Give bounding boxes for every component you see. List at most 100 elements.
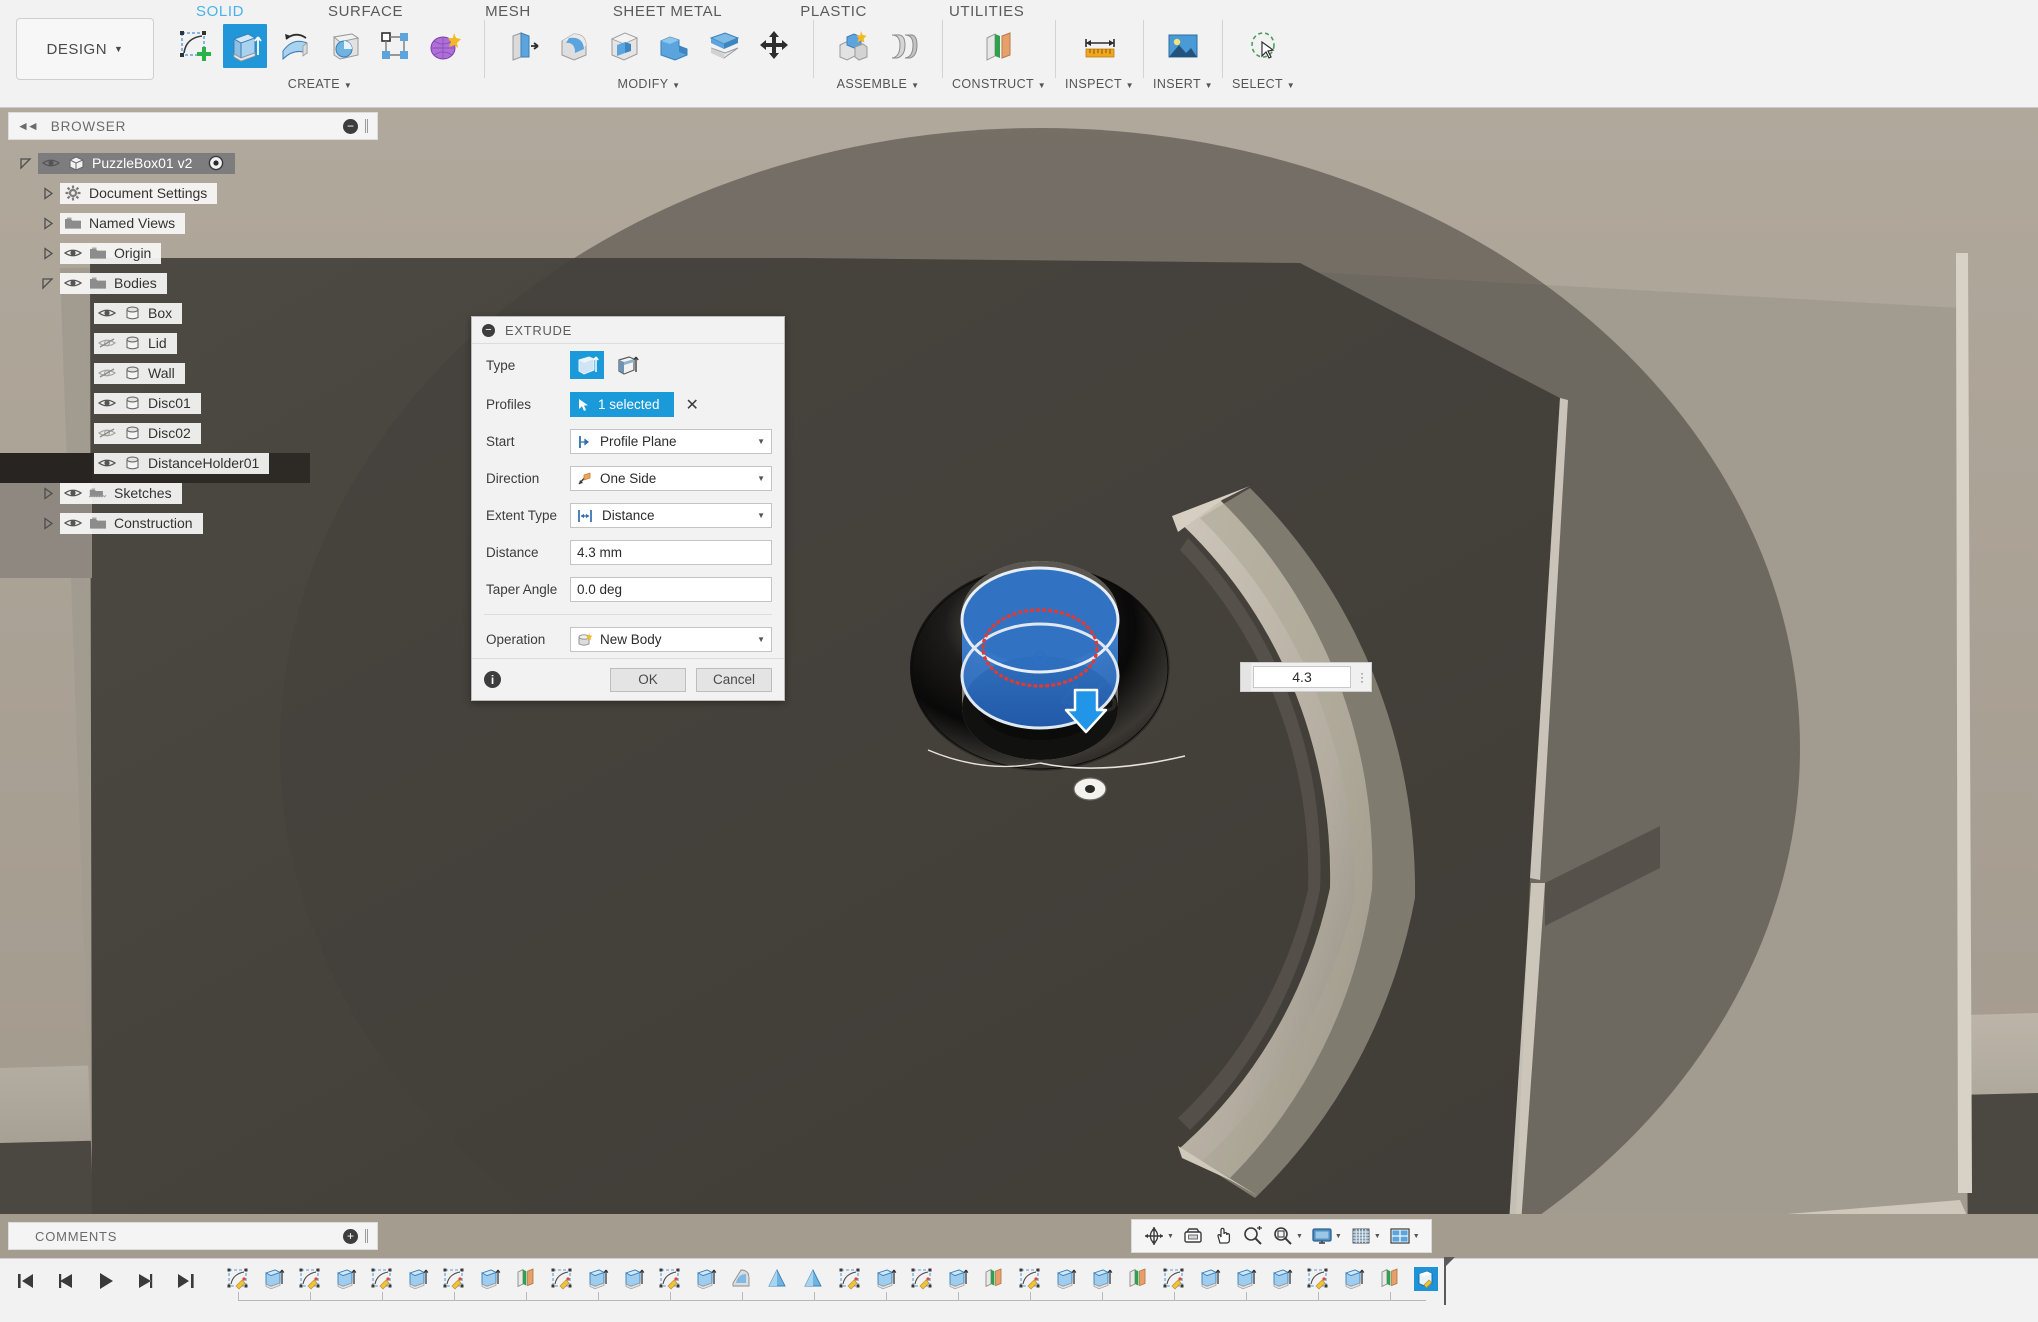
timeline-feature-13[interactable] (688, 1259, 724, 1299)
expander-collapsed-icon[interactable] (42, 516, 54, 530)
create-sketch-icon[interactable] (173, 24, 217, 68)
ribbon-group-create-label[interactable]: CREATE ▼ (288, 77, 352, 91)
ribbon-group-insert-label[interactable]: INSERT ▼ (1153, 77, 1213, 91)
tab-surface[interactable]: SURFACE (322, 3, 409, 20)
tree-item-bodies[interactable]: Bodies (60, 272, 167, 294)
eye-hidden-icon[interactable] (98, 335, 116, 351)
tree-row[interactable]: Named Views (8, 208, 408, 238)
measure-icon[interactable] (1078, 24, 1122, 68)
tree-item-construction[interactable]: Construction (60, 512, 203, 534)
split-face-icon[interactable] (702, 24, 746, 68)
play-icon[interactable] (92, 1268, 118, 1294)
drag-arrow-icon[interactable] (1241, 663, 1251, 691)
combine-icon[interactable] (652, 24, 696, 68)
extrude-icon[interactable] (223, 24, 267, 68)
tree-item-named-views[interactable]: Named Views (60, 212, 186, 234)
eye-visible-icon[interactable] (98, 395, 116, 411)
tree-row[interactable]: PuzzleBox01 v2 (8, 148, 408, 178)
dimension-value-input[interactable]: 4.3 (1253, 666, 1351, 688)
timeline-feature-23[interactable] (1048, 1259, 1084, 1299)
expander-expanded-icon[interactable] (41, 277, 54, 290)
activate-component-icon[interactable] (207, 155, 225, 171)
expander-collapsed-icon[interactable] (42, 246, 54, 260)
add-comment-icon[interactable]: + (343, 1228, 358, 1244)
sweep-icon[interactable] (323, 24, 367, 68)
start-dropdown[interactable]: Profile Plane ▼ (570, 429, 772, 454)
tree-row[interactable]: Box (8, 298, 408, 328)
tree-row[interactable]: DistanceHolder01 (8, 448, 408, 478)
tree-item-box[interactable]: Box (94, 302, 183, 324)
timeline-feature-19[interactable] (904, 1259, 940, 1299)
joint-icon[interactable] (881, 24, 925, 68)
tab-utilities[interactable]: UTILITIES (943, 3, 1030, 20)
taper-angle-input[interactable]: 0.0 deg (570, 577, 772, 602)
timeline-feature-27[interactable] (1192, 1259, 1228, 1299)
eye-visible-icon[interactable] (98, 305, 116, 321)
timeline-feature-33[interactable] (1408, 1257, 1455, 1305)
timeline-feature-3[interactable] (328, 1259, 364, 1299)
tree-item-lid[interactable]: Lid (94, 332, 177, 354)
expander-collapsed-icon[interactable] (42, 186, 54, 200)
timeline-feature-7[interactable] (472, 1259, 508, 1299)
timeline-feature-1[interactable] (256, 1259, 292, 1299)
eye-visible-icon[interactable] (64, 245, 82, 261)
offset-plane-icon[interactable] (977, 24, 1021, 68)
jump-end-icon[interactable] (172, 1268, 198, 1294)
tree-item-disc01[interactable]: Disc01 (94, 392, 201, 414)
ribbon-group-assemble-label[interactable]: ASSEMBLE ▼ (837, 77, 920, 91)
tab-plastic[interactable]: PLASTIC (794, 3, 873, 20)
minus-circle-icon[interactable]: − (482, 323, 495, 337)
timeline-feature-29[interactable] (1264, 1259, 1300, 1299)
tree-row[interactable]: Document Settings (8, 178, 408, 208)
expander-collapsed-icon[interactable] (42, 486, 54, 500)
expander-collapsed-icon[interactable] (42, 216, 54, 230)
ribbon-group-inspect-label[interactable]: INSPECT ▼ (1065, 77, 1134, 91)
extent-type-dropdown[interactable]: Distance ▼ (570, 503, 772, 528)
cancel-button[interactable]: Cancel (696, 667, 772, 692)
tree-item-sketches[interactable]: Sketches (60, 482, 182, 504)
move-copy-icon[interactable] (752, 24, 796, 68)
tree-row[interactable]: Lid (8, 328, 408, 358)
insert-image-icon[interactable] (1161, 24, 1205, 68)
distance-input[interactable]: 4.3 mm (570, 540, 772, 565)
step-forward-icon[interactable] (132, 1268, 158, 1294)
timeline-feature-21[interactable] (976, 1259, 1012, 1299)
select-lasso-icon[interactable] (1242, 24, 1286, 68)
fit-icon[interactable]: ▼ (1269, 1222, 1306, 1250)
tree-item-origin[interactable]: Origin (60, 242, 162, 264)
direction-dropdown[interactable]: One Side ▼ (570, 466, 772, 491)
step-back-icon[interactable] (52, 1268, 78, 1294)
pan-icon[interactable] (1209, 1222, 1237, 1250)
display-settings-icon[interactable]: ▼ (1308, 1222, 1345, 1250)
timeline-feature-11[interactable] (616, 1259, 652, 1299)
tree-row[interactable]: Sketches (8, 478, 408, 508)
collapse-left-icon[interactable]: ◄◄ (17, 119, 39, 133)
create-form-icon[interactable] (423, 24, 467, 68)
workspace-switcher-button[interactable]: DESIGN ▼ (16, 18, 154, 80)
eye-visible-icon[interactable] (42, 155, 60, 171)
tree-row[interactable]: Wall (8, 358, 408, 388)
info-icon[interactable]: i (484, 671, 501, 688)
eye-visible-icon[interactable] (64, 485, 82, 501)
eye-visible-icon[interactable] (64, 515, 82, 531)
clear-x-icon[interactable]: ✕ (686, 395, 699, 415)
revolve-icon[interactable] (273, 24, 317, 68)
ribbon-group-select-label[interactable]: SELECT ▼ (1232, 77, 1295, 91)
tree-row[interactable]: Construction (8, 508, 408, 538)
dimension-value-box[interactable]: 4.3 · · · (1240, 662, 1372, 692)
timeline-feature-9[interactable] (544, 1259, 580, 1299)
tree-row[interactable]: Disc01 (8, 388, 408, 418)
tab-sheet-metal[interactable]: SHEET METAL (607, 3, 728, 20)
pattern-icon[interactable] (373, 24, 417, 68)
timeline-feature-31[interactable] (1336, 1259, 1372, 1299)
shell-icon[interactable] (602, 24, 646, 68)
expander-expanded-icon[interactable] (19, 157, 32, 170)
eye-hidden-icon[interactable] (98, 425, 116, 441)
grid-snap-icon[interactable]: ▼ (1347, 1222, 1384, 1250)
tree-row[interactable]: Disc02 (8, 418, 408, 448)
tree-item-puzzlebox01-v2[interactable]: PuzzleBox01 v2 (38, 152, 236, 174)
ribbon-group-construct-label[interactable]: CONSTRUCT ▼ (952, 77, 1046, 91)
tree-item-document-settings[interactable]: Document Settings (60, 182, 218, 204)
tree-item-distanceholder01[interactable]: DistanceHolder01 (94, 452, 270, 474)
tree-row[interactable]: Bodies (8, 268, 408, 298)
